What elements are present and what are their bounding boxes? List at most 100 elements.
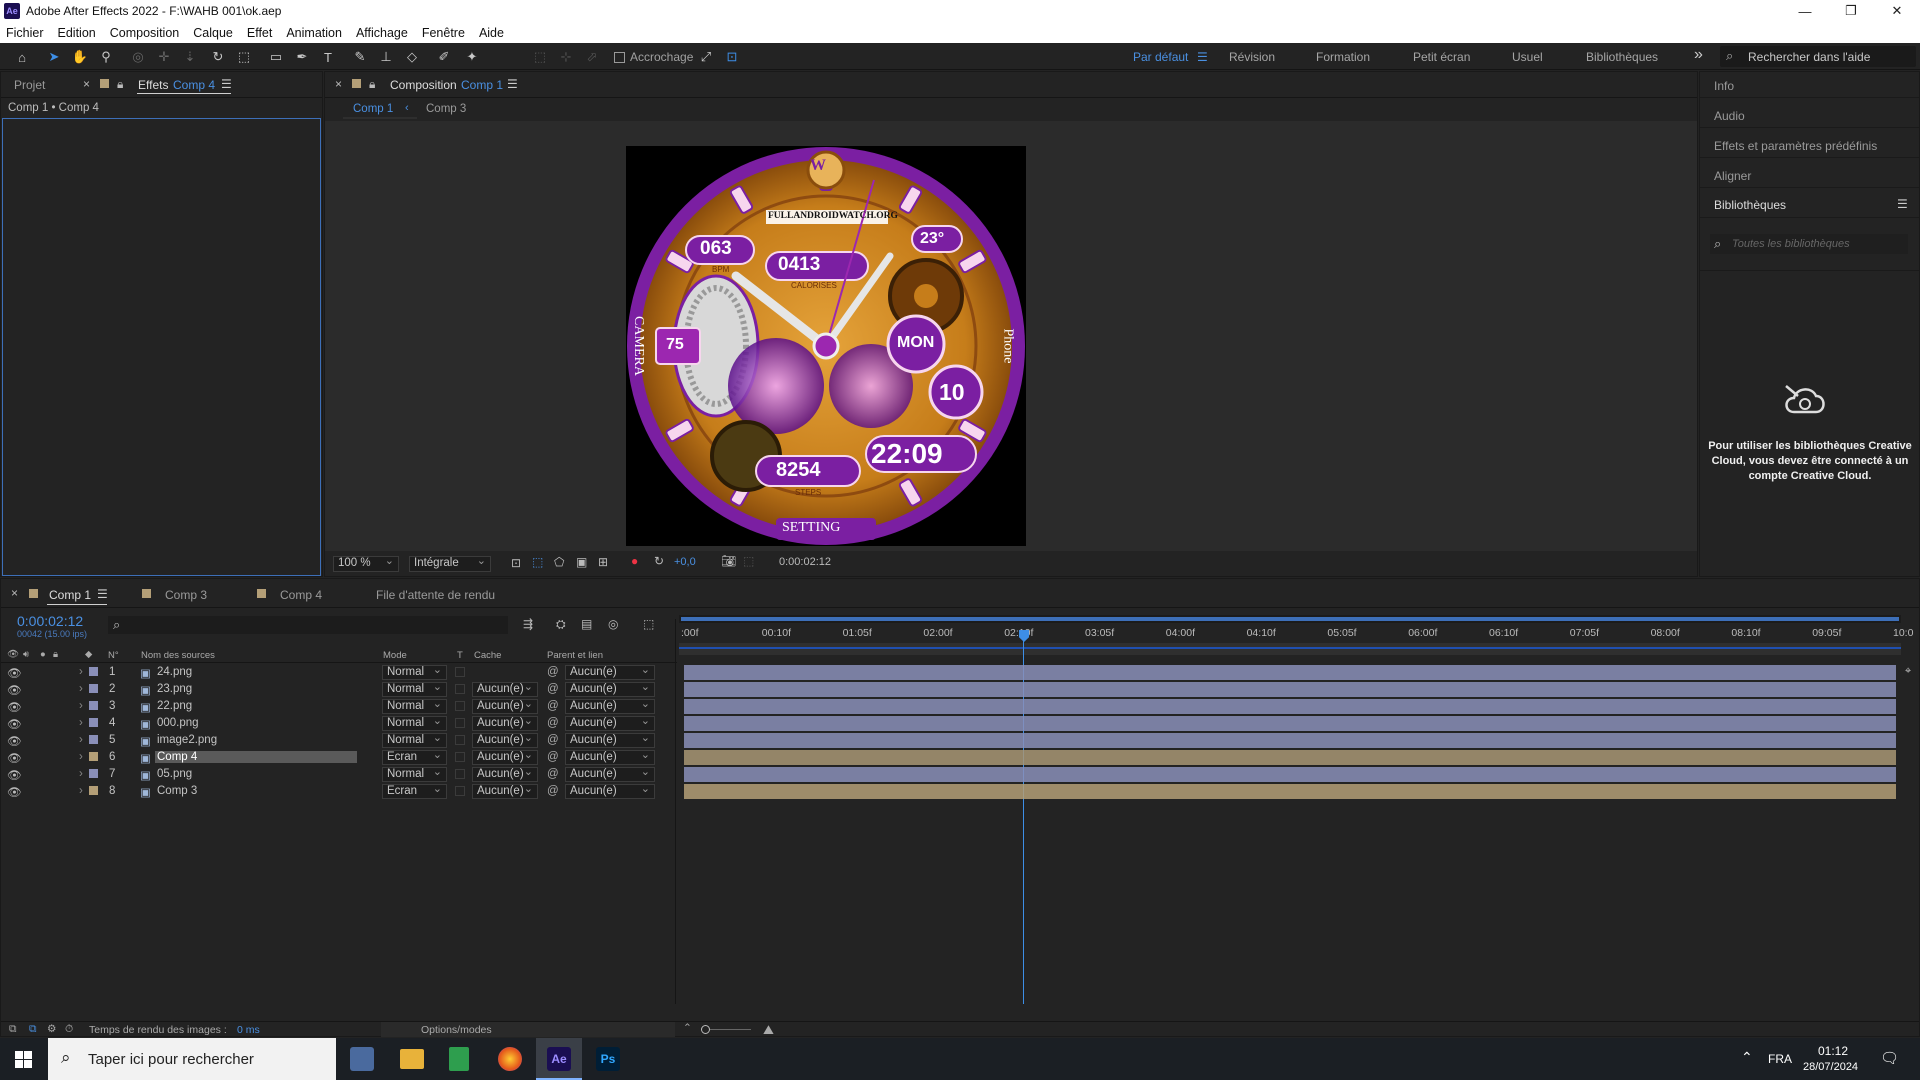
layer-duration-bar[interactable] <box>684 716 1896 731</box>
exposure-value[interactable]: +0,0 <box>674 556 696 568</box>
rotate-tool-icon[interactable]: ↻ <box>208 47 228 67</box>
rectangle-tool-icon[interactable]: ▭ <box>266 47 286 67</box>
notepad-app-icon[interactable] <box>449 1047 469 1071</box>
transfer-controls-icon[interactable]: ⧉ <box>29 1023 37 1036</box>
workspace-par-defaut[interactable]: Par défaut <box>1133 50 1188 64</box>
workspace-overflow-icon[interactable]: » <box>1694 46 1703 64</box>
preserve-transparency-checkbox[interactable] <box>455 786 465 796</box>
layer-matte-dropdown[interactable]: Aucun(e) <box>472 782 538 799</box>
menu-effet[interactable]: Effet <box>240 26 279 40</box>
pick-whip-icon[interactable]: @ <box>547 785 559 797</box>
timeline-timecode[interactable]: 0:00:02:12 <box>17 613 83 629</box>
close-icon[interactable]: × <box>11 586 18 600</box>
chevron-up-icon[interactable]: ⌃ <box>1741 1049 1753 1066</box>
task-view-app-icon[interactable] <box>350 1047 374 1071</box>
firefox-icon[interactable] <box>498 1047 522 1071</box>
timeline-tab-render-queue[interactable]: File d'attente de rendu <box>376 588 495 602</box>
fit-icon[interactable]: ⊡ <box>511 556 521 570</box>
layer-duration-bar[interactable] <box>684 750 1896 765</box>
comp-marker-icon[interactable]: ⌖ <box>1905 665 1911 678</box>
color-channels-icon[interactable]: ● <box>631 554 638 568</box>
pan-camera-icon[interactable]: ✛ <box>154 47 174 67</box>
effects-content-area[interactable] <box>2 118 321 576</box>
home-icon[interactable]: ⌂ <box>12 47 32 67</box>
layer-row[interactable]: 👁︎ › 8 ▣ Comp 3 Ecran Aucun(e) @ Aucun(e) <box>1 782 671 800</box>
render-toggle-icon[interactable]: ⧉ <box>9 1023 17 1036</box>
label-color-swatch[interactable] <box>89 786 98 795</box>
guides-icon[interactable]: ⊞ <box>598 555 608 569</box>
workspace-formation[interactable]: Formation <box>1316 50 1370 64</box>
motion-blur-icon[interactable]: ◎ <box>608 617 618 631</box>
tab-effets-comp[interactable]: Comp 4 <box>173 78 215 92</box>
work-area-bar[interactable] <box>681 617 1899 621</box>
help-search-input[interactable]: ⌕ Rechercher dans l'aide <box>1720 46 1916 67</box>
zoom-slider-thumb[interactable] <box>701 1025 710 1034</box>
timeline-tab-comp-1[interactable]: Comp 1 <box>49 588 91 602</box>
menu-fenetre[interactable]: Fenêtre <box>415 26 472 40</box>
graph-editor-icon[interactable]: ⬚ <box>643 617 654 631</box>
mask-visibility-icon[interactable]: ⬠ <box>554 555 564 569</box>
layer-mode-dropdown[interactable]: Ecran <box>382 782 447 799</box>
dolly-camera-icon[interactable]: ⇣ <box>180 47 200 67</box>
draft-3d-icon[interactable]: ⛭ <box>556 617 566 632</box>
chevron-right-icon[interactable]: › <box>79 785 83 797</box>
eye-icon[interactable]: 👁︎ <box>7 785 22 799</box>
zoom-in-icon[interactable]: ⛰︎ <box>763 1022 774 1038</box>
layer-duration-bar[interactable] <box>684 682 1896 697</box>
photoshop-icon[interactable]: Ps <box>596 1047 620 1071</box>
menu-fichier[interactable]: Fichier <box>0 26 51 40</box>
panel-menu-icon[interactable]: ☰ <box>221 77 232 91</box>
clone-stamp-tool-icon[interactable]: ⊥ <box>376 47 396 67</box>
tab-comp-1[interactable]: Comp 1 ‹ <box>343 99 417 119</box>
viewer-timecode[interactable]: 0:00:02:12 <box>779 556 831 568</box>
in-out-icon[interactable]: ⚙︎ <box>47 1023 56 1035</box>
eraser-tool-icon[interactable]: ◇ <box>402 47 422 67</box>
layer-parent-dropdown[interactable]: Aucun(e) <box>565 782 655 799</box>
menu-affichage[interactable]: Affichage <box>349 26 415 40</box>
roto-brush-tool-icon[interactable]: ✐ <box>434 47 454 67</box>
comp-flowchart-icon[interactable]: ⇶ <box>523 617 533 631</box>
hand-tool-icon[interactable]: ✋ <box>70 47 90 67</box>
panel-menu-icon[interactable]: ☰ <box>507 77 518 91</box>
snap-grid-icon[interactable]: ⊡ <box>722 47 742 67</box>
composition-canvas[interactable]: W FULLANDROIDWATCH.ORG 063 BPM 0413 CALO… <box>626 146 1026 546</box>
workspace-petit-ecran[interactable]: Petit écran <box>1413 50 1470 64</box>
puppet-pin-tool-icon[interactable]: ✦ <box>462 47 482 67</box>
brush-tool-icon[interactable]: ✎ <box>350 47 370 67</box>
type-tool-icon[interactable]: T <box>318 47 338 67</box>
zoom-out-icon[interactable]: ⌃ <box>683 1022 692 1034</box>
timeline-tab-comp-3[interactable]: Comp 3 <box>165 588 207 602</box>
panel-menu-icon[interactable]: ☰ <box>97 587 108 601</box>
timeline-tab-comp-4[interactable]: Comp 4 <box>280 588 322 602</box>
layer-duration-bar[interactable] <box>684 665 1896 680</box>
workspace-bibliotheques[interactable]: Bibliothèques <box>1586 50 1658 64</box>
close-icon[interactable]: × <box>335 77 342 91</box>
file-explorer-icon[interactable] <box>400 1049 424 1069</box>
tab-effets[interactable]: Effets <box>138 78 168 92</box>
render-time-icon[interactable]: ⏱︎ <box>65 1023 73 1036</box>
clock-date[interactable]: 28/07/2024 <box>1803 1061 1858 1073</box>
menu-animation[interactable]: Animation <box>279 26 349 40</box>
zoom-dropdown[interactable]: 100 % <box>333 554 399 572</box>
pan-behind-tool-icon[interactable]: ⬚ <box>234 47 254 67</box>
clock-time[interactable]: 01:12 <box>1818 1044 1848 1058</box>
resolution-dropdown[interactable]: Intégrale <box>409 554 491 572</box>
layer-duration-bar[interactable] <box>684 699 1896 714</box>
windows-start-icon[interactable] <box>15 1051 32 1068</box>
tab-comp-3[interactable]: Comp 3 <box>426 103 466 115</box>
tab-projet[interactable]: Projet <box>14 78 45 92</box>
panel-aligner[interactable]: Aligner <box>1714 169 1751 183</box>
libraries-title[interactable]: Bibliothèques <box>1714 198 1786 212</box>
menu-composition[interactable]: Composition <box>103 26 186 40</box>
layer-name[interactable]: Comp 3 <box>157 785 197 797</box>
options-modes-toggle[interactable]: Options/modes <box>381 1022 675 1037</box>
pen-tool-icon[interactable]: ✒ <box>292 47 312 67</box>
col-source-name[interactable]: Nom des sources <box>141 650 215 661</box>
after-effects-taskbar-button[interactable]: Ae <box>536 1038 582 1080</box>
layer-duration-bar[interactable] <box>684 767 1896 782</box>
orbit-camera-icon[interactable]: ◎ <box>128 47 148 67</box>
composition-name[interactable]: Comp 1 <box>461 78 503 92</box>
menu-calque[interactable]: Calque <box>186 26 240 40</box>
minimize-button[interactable]: — <box>1782 0 1828 22</box>
panel-audio[interactable]: Audio <box>1714 109 1745 123</box>
